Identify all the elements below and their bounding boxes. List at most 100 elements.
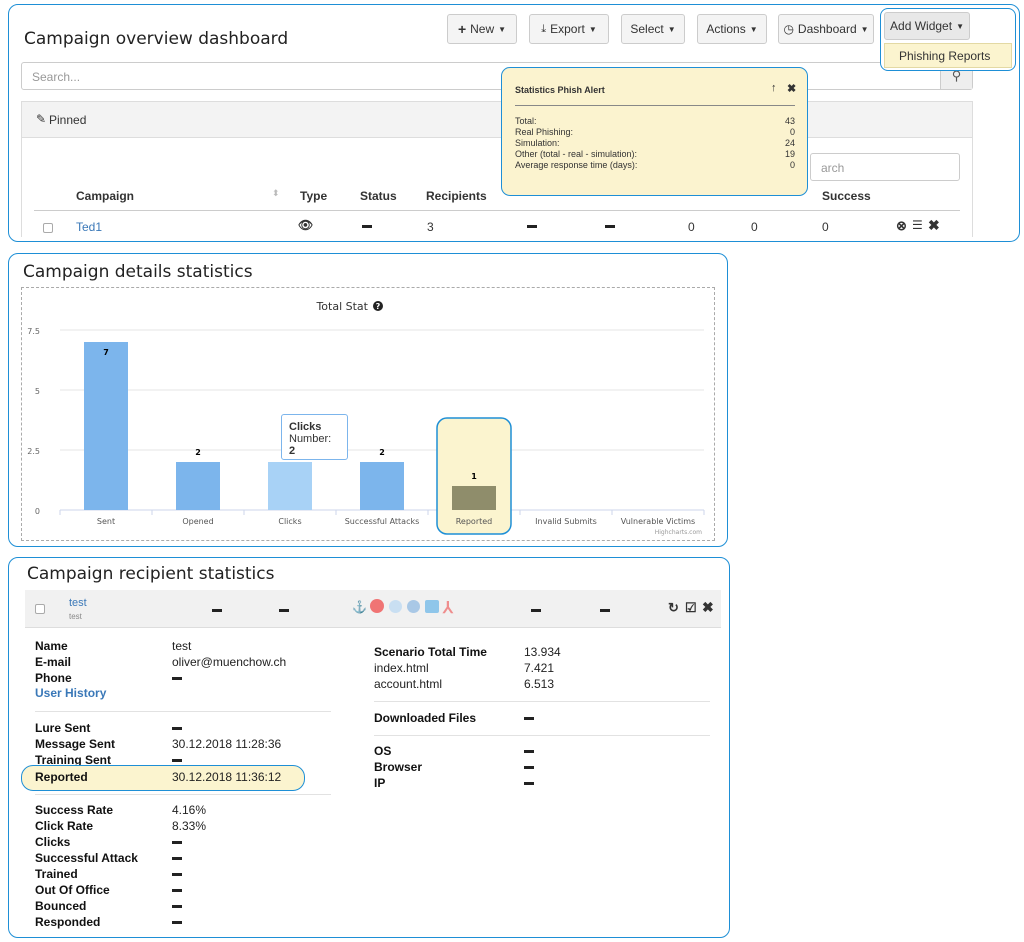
email-label: E-mail: [35, 655, 72, 669]
success-rate-value: 4.16%: [172, 803, 207, 817]
sort-icon[interactable]: ⬍: [272, 188, 280, 199]
new-button[interactable]: + New ▼: [447, 14, 517, 44]
recipient-panel: Campaign recipient statistics test test …: [8, 557, 730, 938]
browser-label: Browser: [374, 760, 423, 774]
phish-alert-stats: Total: 43 Real Phishing: 0 Simulation: 24 Othe…: [515, 116, 795, 171]
bar-reported: [452, 486, 496, 510]
popup-divider: [515, 105, 795, 106]
help-icon-glyph: ?: [376, 302, 381, 311]
user-history-link[interactable]: User History: [35, 686, 106, 700]
scenario-time-value: 13.934: [524, 645, 561, 659]
column-type[interactable]: Type: [300, 189, 327, 203]
recipients-value: 3: [427, 220, 434, 234]
clock-icon: ◷: [783, 22, 794, 36]
data-label: 1: [471, 472, 477, 481]
filter-input[interactable]: arch: [810, 153, 960, 181]
column-status[interactable]: Status: [360, 189, 397, 203]
recipient-checkbox[interactable]: [35, 604, 45, 614]
column-success[interactable]: Success: [822, 189, 871, 203]
trained-label: Trained: [35, 867, 78, 881]
responded-value: [172, 921, 182, 925]
message-sent-label: Message Sent: [35, 737, 116, 751]
phish-alert-row-label: Average response time (days):: [515, 160, 638, 170]
y-tick-label: 2.5: [27, 447, 40, 456]
close-icon[interactable]: ✖: [928, 217, 940, 234]
search-glass-icon: [407, 600, 420, 613]
caret-down-icon: ▼: [667, 24, 676, 34]
divider: [374, 701, 710, 702]
arrow-up-icon[interactable]: ↑: [771, 82, 777, 94]
page2-label: account.html: [374, 677, 443, 691]
export-button[interactable]: ⤓ Export ▼: [529, 14, 609, 44]
divider: [35, 794, 331, 795]
os-label: OS: [374, 744, 392, 758]
bar-sent: [84, 342, 128, 510]
phish-alert-popup: Statistics Phish Alert ↑ ✖ Total: 43 Real …: [501, 67, 808, 196]
page1-value: 7.421: [524, 661, 555, 675]
x-tick-label: Opened: [182, 517, 213, 526]
cell-empty: [531, 609, 541, 612]
campaign-link[interactable]: Ted1: [76, 220, 102, 234]
click-rate-label: Click Rate: [35, 819, 94, 833]
bounced-value: [172, 905, 182, 909]
details-panel: Campaign details statistics Total Stat? 0…: [8, 253, 728, 547]
phone-value: [172, 677, 182, 681]
divider: [35, 711, 331, 712]
phish-alert-row-label: Real Phishing:: [515, 127, 574, 137]
compass-icon: [370, 599, 384, 613]
dashboard-button[interactable]: ◷ Dashboard ▼: [778, 14, 874, 44]
details-title: Campaign details statistics: [23, 262, 253, 282]
successful-attack-value: [172, 857, 182, 861]
phish-alert-row-label: Simulation:: [515, 138, 560, 148]
bar-clicks: [268, 462, 312, 510]
message-sent-value: 30.12.2018 11:28:36: [172, 737, 282, 751]
search-input[interactable]: Search... ⚲: [21, 62, 973, 90]
list-icon[interactable]: ☰: [912, 218, 923, 232]
close-icon[interactable]: ✖: [702, 599, 714, 616]
ip-value: [524, 782, 534, 786]
select-button[interactable]: Select ▼: [621, 14, 685, 44]
cell-empty: [279, 609, 289, 612]
x-tick-label: Clicks: [278, 517, 301, 526]
lure-sent-label: Lure Sent: [35, 721, 91, 735]
cell-value: 0: [751, 220, 758, 234]
email-value: oliver@muenchow.ch: [172, 655, 287, 669]
phish-alert-row: Simulation: 24: [515, 138, 795, 149]
phish-alert-row: Other (total - real - simulation): 19: [515, 149, 795, 160]
add-widget-button[interactable]: Add Widget ▼: [884, 12, 970, 40]
successful-attack-label: Successful Attack: [35, 851, 138, 865]
recipient-name-link[interactable]: test: [69, 597, 87, 609]
column-recipients[interactable]: Recipients: [426, 189, 487, 203]
bar-opened: [176, 462, 220, 510]
bar-successful-attacks: [360, 462, 404, 510]
data-label: 2: [195, 448, 201, 457]
page-title: Campaign overview dashboard: [24, 29, 289, 49]
column-campaign[interactable]: Campaign: [76, 189, 134, 203]
chart-title: Total Stat: [315, 300, 368, 313]
phish-alert-row-value: 0: [789, 160, 795, 170]
recipient-header-row: test test ⚓ ⅄ ↻ ☑ ✖: [25, 590, 721, 628]
caret-down-icon: ▼: [749, 24, 758, 34]
out-of-office-label: Out Of Office: [35, 883, 110, 897]
out-of-office-value: [172, 889, 182, 893]
close-icon[interactable]: ✖: [787, 82, 796, 95]
pinned-box: ✎ Pinned arch Campaign ⬍ Type Status Rec…: [21, 101, 973, 237]
data-label: 7: [103, 348, 109, 357]
page1-label: index.html: [374, 661, 429, 675]
refresh-icon[interactable]: ↻: [668, 600, 679, 616]
bounced-label: Bounced: [35, 899, 87, 913]
y-tick-label: 7.5: [27, 327, 40, 336]
check-square-icon[interactable]: ☑: [685, 600, 697, 616]
x-tick-label: Successful Attacks: [345, 517, 420, 526]
recipient-details-right: Scenario Total Time 13.934 index.html 7.42…: [374, 644, 714, 804]
cell-empty: [527, 225, 537, 228]
row-checkbox[interactable]: [43, 223, 53, 233]
name-value: test: [172, 639, 192, 653]
phish-alert-title: Statistics Phish Alert: [515, 85, 605, 95]
circle-x-icon[interactable]: ⊗: [896, 218, 907, 234]
phish-alert-row: Average response time (days): 0: [515, 160, 795, 171]
phish-alert-row-value: 24: [784, 138, 795, 148]
actions-button[interactable]: Actions ▼: [697, 14, 767, 44]
data-label: 2: [379, 448, 385, 457]
phishing-reports-menu-item[interactable]: Phishing Reports: [884, 43, 1012, 68]
